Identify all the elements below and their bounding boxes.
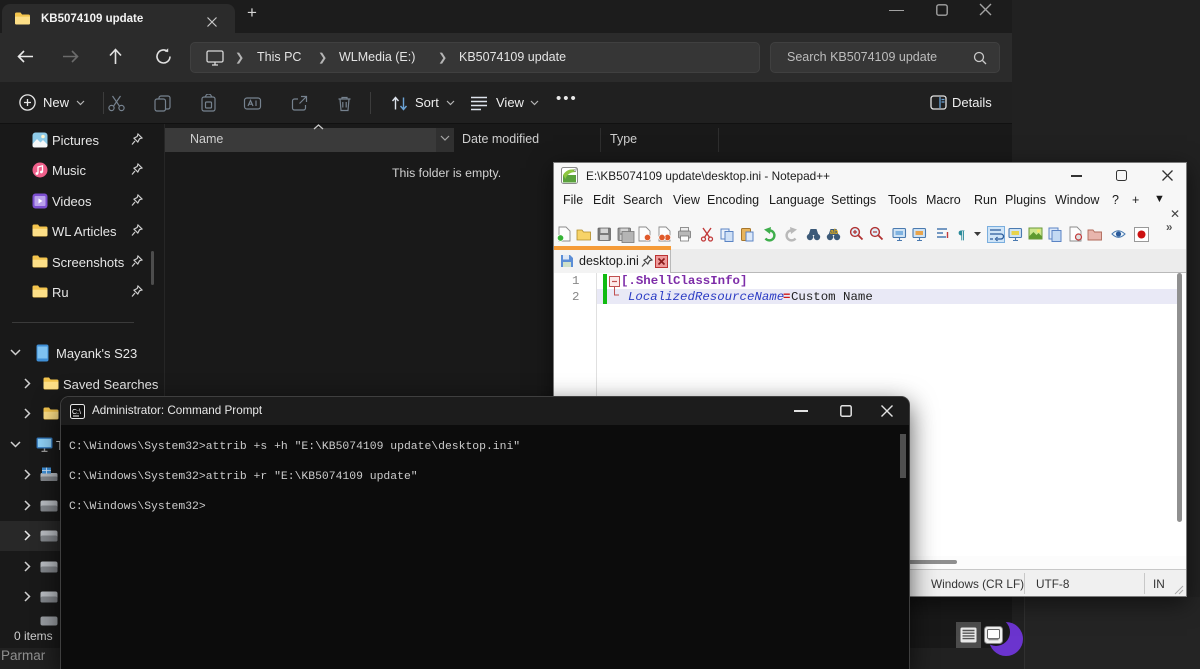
svg-text:C:\: C:\ [72,409,81,416]
svg-text:¶: ¶ [958,227,965,242]
svg-text:ab: ab [830,229,838,236]
